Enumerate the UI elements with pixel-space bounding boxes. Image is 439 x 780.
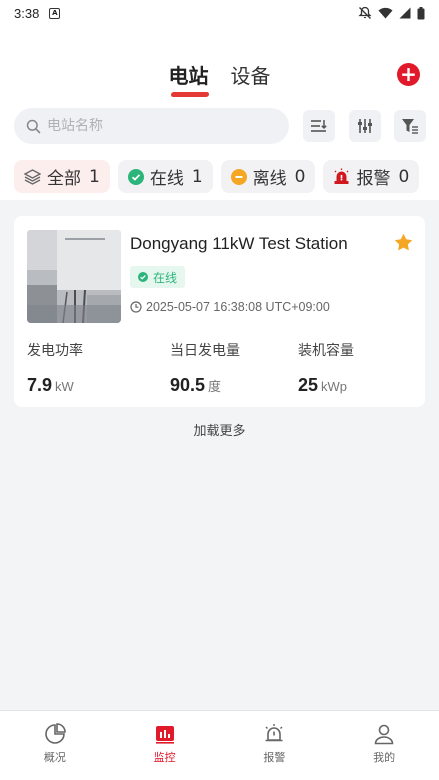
status-label: 在线 [153, 270, 178, 285]
filter-chip-count: 1 [191, 166, 203, 187]
status-time: 3:38 [14, 5, 40, 21]
nav-label: 报警 [263, 751, 286, 764]
tab-devices[interactable]: 设备 [231, 60, 271, 97]
station-card[interactable]: Dongyang 11kW Test Station 在线 2025-05-07… [14, 216, 425, 407]
metric-unit: 度 [208, 379, 222, 394]
nav-profile[interactable]: 我的 [329, 711, 439, 780]
timestamp-text: 2025-05-07 16:38:08 UTC+09:00 [146, 300, 330, 314]
metric-label: 当日发电量 [170, 343, 240, 359]
filter-chip-alarm[interactable]: 报警 0 [323, 160, 420, 193]
filter-chip-count: 0 [398, 166, 410, 187]
search-icon [26, 119, 41, 133]
alarm-siren-icon [334, 168, 349, 184]
metric-capacity: 装机容量 25 kWp [298, 340, 354, 396]
filter-button[interactable] [394, 110, 426, 142]
metric-value-row: 25 kWp [298, 375, 354, 396]
minus-circle-icon [230, 168, 247, 185]
nav-label: 监控 [153, 751, 176, 764]
nav-label: 我的 [373, 751, 396, 764]
online-check-icon [138, 272, 148, 282]
metric-daily-energy: 当日发电量 90.5 度 [170, 340, 240, 396]
filter-chip-count: 1 [89, 166, 100, 187]
wifi-icon [378, 7, 393, 19]
status-badge: 在线 [130, 266, 186, 288]
filter-chip-label: 全部 [47, 169, 81, 189]
search-bar[interactable] [14, 108, 289, 144]
station-name[interactable]: Dongyang 11kW Test Station [130, 234, 348, 254]
filter-chip-offline[interactable]: 离线 0 [220, 160, 316, 193]
filter-icon [402, 119, 418, 134]
bottom-nav: 概况 监控 报警 我的 [0, 710, 439, 780]
metric-value: 7.9 [27, 375, 53, 395]
station-timestamp: 2025-05-07 16:38:08 UTC+09:00 [130, 300, 330, 314]
metric-label: 装机容量 [298, 343, 354, 359]
layers-icon [24, 168, 41, 185]
metric-unit: kW [55, 379, 74, 394]
metric-unit: kWp [321, 379, 348, 394]
nav-overview[interactable]: 概况 [0, 711, 110, 780]
battery-icon [417, 6, 425, 19]
nav-alarm[interactable]: 报警 [220, 711, 330, 780]
filter-chip-label: 离线 [252, 169, 287, 189]
metric-value-row: 7.9 kW [27, 375, 83, 396]
app-notification-icon: A [49, 7, 61, 19]
user-icon [374, 724, 394, 745]
station-thumbnail [27, 230, 121, 323]
sliders-icon [358, 119, 372, 133]
clock-icon [130, 301, 142, 313]
status-bar: 3:38 A [0, 0, 439, 26]
alarm-icon [265, 724, 283, 742]
nav-label: 概况 [43, 751, 66, 764]
monitor-chart-icon [155, 726, 174, 744]
add-station-button[interactable]: + [397, 63, 420, 86]
filter-chip-online[interactable]: 在线 1 [117, 160, 213, 193]
metric-power: 发电功率 7.9 kW [27, 340, 83, 396]
metric-value: 25 [298, 375, 319, 395]
notifications-off-icon [358, 6, 372, 19]
tab-bar: 电站 设备 [0, 60, 439, 97]
pie-chart-icon [45, 723, 66, 744]
check-circle-icon [127, 168, 144, 185]
tab-stations[interactable]: 电站 [169, 60, 209, 97]
header: 电站 设备 + 全部 1 在线 1 离线 0 [0, 26, 439, 200]
status-icons [358, 6, 425, 20]
search-input[interactable] [47, 118, 267, 134]
filter-chip-count: 0 [294, 166, 306, 187]
filter-chip-all[interactable]: 全部 1 [14, 160, 110, 193]
filter-chip-label: 在线 [149, 169, 184, 189]
favorite-star-icon[interactable] [394, 233, 413, 251]
sort-icon [311, 120, 327, 132]
sort-button[interactable] [303, 110, 335, 142]
metric-value: 90.5 [170, 375, 206, 395]
status-filter-chips: 全部 1 在线 1 离线 0 报警 0 [14, 160, 420, 193]
metric-label: 发电功率 [27, 343, 83, 359]
adjust-button[interactable] [349, 110, 381, 142]
plus-icon: + [400, 62, 417, 86]
signal-icon [399, 7, 411, 19]
load-more-button[interactable]: 加载更多 [0, 420, 439, 439]
filter-chip-label: 报警 [356, 169, 391, 189]
nav-monitor[interactable]: 监控 [110, 711, 220, 780]
metric-value-row: 90.5 度 [170, 375, 240, 396]
